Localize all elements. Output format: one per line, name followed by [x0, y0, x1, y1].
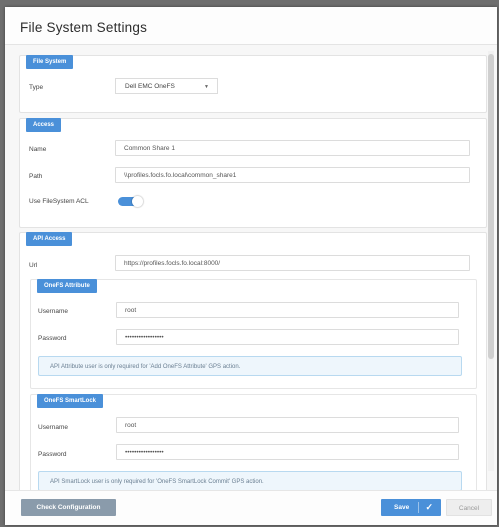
dialog-footer: Check Configuration Save ✓ Cancel: [5, 490, 497, 525]
attribute-username-input[interactable]: root: [116, 302, 459, 318]
check-icon: ✓: [425, 502, 433, 512]
url-input[interactable]: https://profiles.focls.fo.local:8000/: [115, 255, 470, 271]
path-label: Path: [29, 173, 43, 180]
dialog-content: File System Type Dell EMC OneFS ▼ Access…: [5, 45, 497, 525]
attribute-info-message: API Attribute user is only required for …: [38, 356, 462, 376]
smartlock-info-message: API SmartLock user is only required for …: [38, 471, 462, 491]
save-button-label: Save: [394, 504, 410, 511]
chevron-down-icon: ▼: [204, 84, 209, 90]
toggle-knob: [132, 196, 143, 207]
file-system-section: File System Type Dell EMC OneFS ▼: [19, 55, 487, 113]
smartlock-password-label: Password: [38, 451, 67, 458]
type-select[interactable]: Dell EMC OneFS ▼: [115, 78, 218, 94]
save-button[interactable]: Save ✓: [381, 499, 441, 516]
onefs-smartlock-tag: OneFS SmartLock: [37, 394, 104, 408]
acl-label: Use FileSystem ACL: [29, 198, 89, 205]
onefs-attribute-panel: OneFS Attribute Username root Password •…: [30, 279, 477, 389]
type-label: Type: [29, 84, 44, 91]
access-section: Access Name Common Share 1 Path \\profil…: [19, 118, 487, 228]
path-input[interactable]: \\profiles.focls.fo.local\common_share1: [115, 167, 470, 183]
dialog-title: File System Settings: [20, 20, 148, 35]
check-configuration-button[interactable]: Check Configuration: [21, 499, 116, 516]
name-input[interactable]: Common Share 1: [115, 140, 470, 156]
save-button-divider: [418, 502, 419, 513]
attribute-password-input[interactable]: •••••••••••••••••: [116, 329, 459, 345]
onefs-attribute-tag: OneFS Attribute: [37, 279, 97, 293]
type-select-value: Dell EMC OneFS: [125, 83, 175, 90]
attribute-username-label: Username: [38, 308, 68, 315]
attribute-password-label: Password: [38, 335, 67, 342]
api-access-section: API Access Url https://profiles.focls.fo…: [19, 232, 487, 525]
scrollbar-thumb[interactable]: [488, 54, 494, 359]
smartlock-password-input[interactable]: •••••••••••••••••: [116, 444, 459, 460]
cancel-button[interactable]: Cancel: [446, 499, 492, 516]
name-label: Name: [29, 146, 47, 153]
access-tag: Access: [26, 118, 62, 132]
file-system-tag: File System: [26, 55, 74, 69]
smartlock-username-label: Username: [38, 424, 68, 431]
file-system-settings-dialog: File System Settings File System Type De…: [5, 7, 497, 525]
smartlock-username-input[interactable]: root: [116, 417, 459, 433]
api-access-tag: API Access: [26, 232, 73, 246]
url-label: Url: [29, 262, 38, 269]
acl-toggle[interactable]: [118, 196, 143, 207]
